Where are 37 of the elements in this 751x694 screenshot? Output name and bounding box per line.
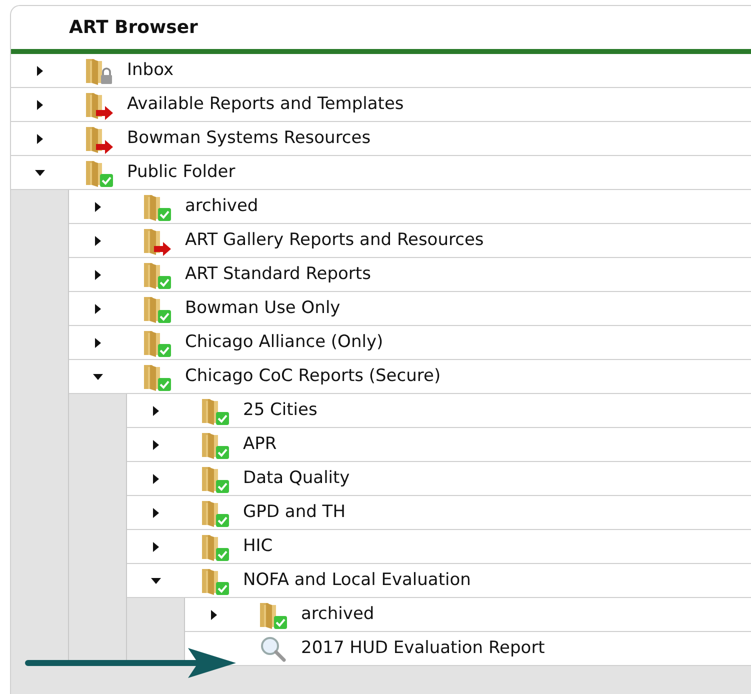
- folder-row[interactable]: Chicago Alliance (Only): [69, 326, 751, 360]
- folder-row[interactable]: APR: [127, 428, 751, 462]
- report-row[interactable]: 2017 HUD Evaluation Report: [185, 632, 751, 666]
- folder-row[interactable]: Bowman Use Only: [69, 292, 751, 326]
- folder-name: ART Standard Reports: [185, 262, 371, 286]
- folder-name: Data Quality: [243, 466, 350, 490]
- folder-name: ART Gallery Reports and Resources: [185, 228, 484, 252]
- folder-name: archived: [301, 602, 374, 626]
- folder-row[interactable]: ART Gallery Reports and Resources: [69, 224, 751, 258]
- folder-name: Bowman Systems Resources: [127, 126, 371, 150]
- folder-row[interactable]: archived: [185, 598, 751, 632]
- folder-row[interactable]: NOFA and Local Evaluation: [127, 564, 751, 598]
- folder-name: Bowman Use Only: [185, 296, 340, 320]
- folder-row[interactable]: Inbox: [11, 54, 751, 88]
- folder-row[interactable]: archived: [69, 190, 751, 224]
- folder-row[interactable]: Bowman Systems Resources: [11, 122, 751, 156]
- folder-name: GPD and TH: [243, 500, 346, 524]
- folder-name: APR: [243, 432, 277, 456]
- folder-name: Inbox: [127, 58, 174, 82]
- folder-row[interactable]: 25 Cities: [127, 394, 751, 428]
- folder-name: Chicago CoC Reports (Secure): [185, 364, 441, 388]
- folder-name: 25 Cities: [243, 398, 318, 422]
- report-name: 2017 HUD Evaluation Report: [301, 636, 545, 660]
- folder-name: Public Folder: [127, 160, 236, 184]
- folder-row[interactable]: Available Reports and Templates: [11, 88, 751, 122]
- folder-row[interactable]: Chicago CoC Reports (Secure): [69, 360, 751, 394]
- folder-row[interactable]: GPD and TH: [127, 496, 751, 530]
- folder-row[interactable]: ART Standard Reports: [69, 258, 751, 292]
- folder-name: Available Reports and Templates: [127, 92, 404, 116]
- folder-name: NOFA and Local Evaluation: [243, 568, 471, 592]
- folder-row[interactable]: Data Quality: [127, 462, 751, 496]
- folder-name: Chicago Alliance (Only): [185, 330, 384, 354]
- panel-title: ART Browser: [69, 16, 198, 40]
- folder-name: HIC: [243, 534, 273, 558]
- folder-row[interactable]: Public Folder: [11, 156, 751, 190]
- folder-name: archived: [185, 194, 258, 218]
- folder-row[interactable]: HIC: [127, 530, 751, 564]
